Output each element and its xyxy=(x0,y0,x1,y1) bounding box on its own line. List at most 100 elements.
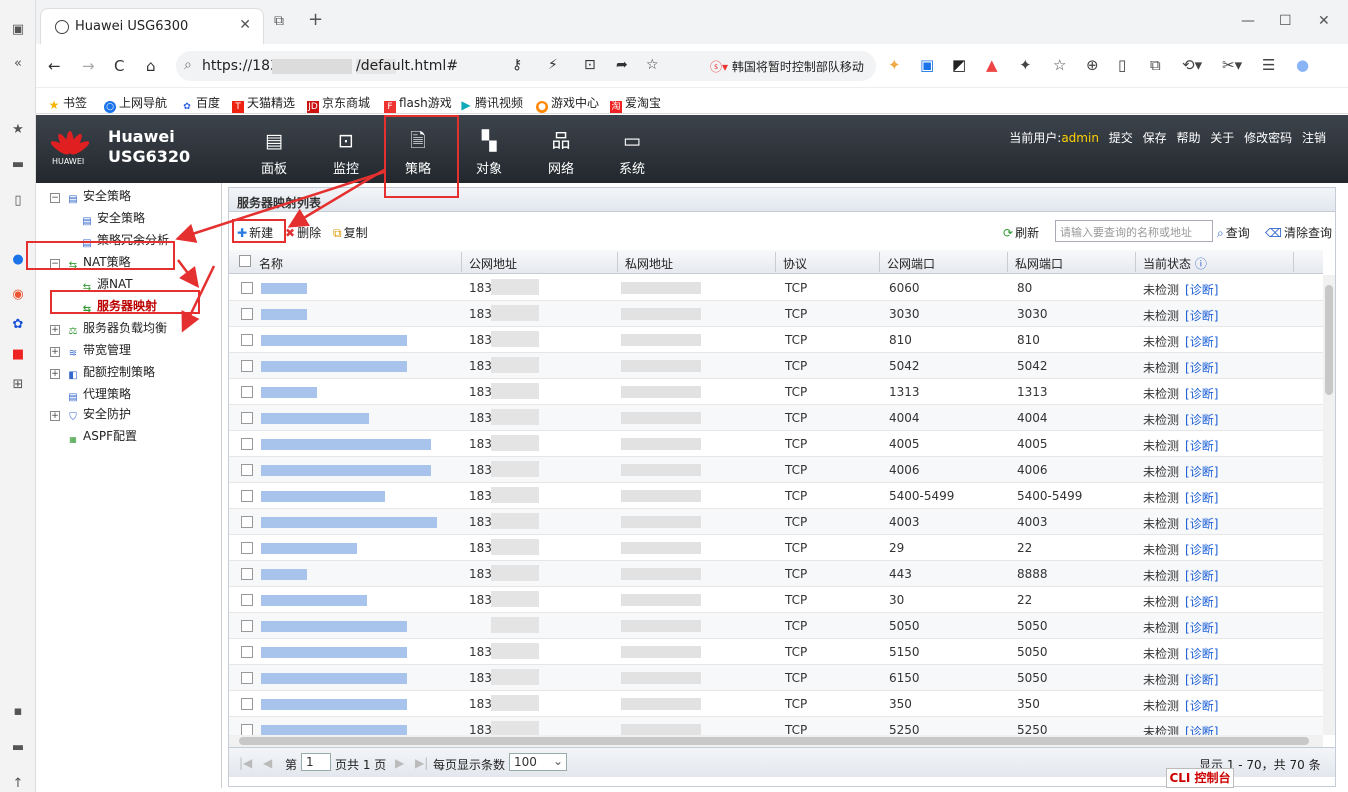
table-row[interactable]: 183 TCP 6060 80 未检测 [诊断] xyxy=(229,275,1323,301)
bookmark-item[interactable]: ★ 书签 xyxy=(48,94,87,111)
copy-icon[interactable]: ⧉ xyxy=(1150,56,1161,74)
tree-bandwidth[interactable]: + ≋ 带宽管理 xyxy=(50,341,131,360)
row-checkbox[interactable] xyxy=(241,282,253,294)
home-icon[interactable]: ⌂ xyxy=(146,57,156,75)
horizontal-scrollbar[interactable] xyxy=(229,735,1323,747)
copy-button[interactable]: ⧉ 复制 xyxy=(333,224,368,241)
url-field[interactable]: ⌕ https://183 /default.html# ⚷ ⚡ ⊡ ➦ ☆ ⓢ… xyxy=(176,51,876,81)
table-row[interactable]: 183 TCP 30 22 未检测 [诊断] xyxy=(229,587,1323,613)
app-icon[interactable]: ◉ xyxy=(10,287,26,303)
sidebar-toggle-icon[interactable]: ▣ xyxy=(10,22,26,38)
submit-link[interactable]: 提交 xyxy=(1109,131,1133,145)
maximize-icon[interactable]: ☐ xyxy=(1279,13,1292,29)
nav-policy[interactable]: 🗎 策略 xyxy=(393,131,443,177)
diagnose-link[interactable]: [诊断] xyxy=(1185,673,1218,687)
row-checkbox[interactable] xyxy=(241,438,253,450)
cli-console-button[interactable]: CLI 控制台 xyxy=(1166,768,1234,788)
nav-monitor[interactable]: ⊡ 监控 xyxy=(321,131,371,177)
row-name-redacted[interactable] xyxy=(261,543,357,554)
tree-proxy-policy[interactable]: ▤ 代理策略 xyxy=(66,385,131,404)
diagnose-link[interactable]: [诊断] xyxy=(1185,699,1218,713)
diagnose-link[interactable]: [诊断] xyxy=(1185,361,1218,375)
new-button[interactable]: ✚ 新建 xyxy=(237,224,273,241)
bookmark-item[interactable]: ● 游戏中心 xyxy=(536,94,599,113)
tree-quota[interactable]: + ◧ 配额控制策略 xyxy=(50,363,155,382)
diagnose-link[interactable]: [诊断] xyxy=(1185,335,1218,349)
row-name-redacted[interactable] xyxy=(261,699,407,710)
row-name-redacted[interactable] xyxy=(261,647,407,658)
table-row[interactable]: 183 TCP 443 8888 未检测 [诊断] xyxy=(229,561,1323,587)
minimize-icon[interactable]: — xyxy=(1241,13,1255,29)
row-name-redacted[interactable] xyxy=(261,621,407,632)
extension-icon[interactable]: ◩ xyxy=(952,56,966,74)
refresh-button[interactable]: ⟳ 刷新 xyxy=(1003,224,1039,241)
flash-icon[interactable]: ⚡ xyxy=(548,57,558,73)
row-name-redacted[interactable] xyxy=(261,673,407,684)
table-row[interactable]: 183 TCP 4004 4004 未检测 [诊断] xyxy=(229,405,1323,431)
clear-query-button[interactable]: ⌫ 清除查询 xyxy=(1265,224,1332,241)
pdf-icon[interactable]: ▲ xyxy=(986,56,998,74)
pin-icon[interactable]: ↑ xyxy=(10,776,26,792)
table-row[interactable]: 183 TCP 5400-5499 5400-5499 未检测 [诊断] xyxy=(229,483,1323,509)
delete-button[interactable]: ✖ 删除 xyxy=(285,224,321,241)
profile-icon[interactable]: ● xyxy=(1296,56,1309,74)
col-private-ip[interactable]: 私网地址 xyxy=(625,255,673,272)
diagnose-link[interactable]: [诊断] xyxy=(1185,439,1218,453)
nav-dashboard[interactable]: ▤ 面板 xyxy=(249,131,299,177)
history-icon[interactable]: ⟲▾ xyxy=(1182,56,1202,74)
row-checkbox[interactable] xyxy=(241,542,253,554)
diagnose-link[interactable]: [诊断] xyxy=(1185,595,1218,609)
prev-page-icon[interactable]: ◀ xyxy=(263,756,272,770)
row-checkbox[interactable] xyxy=(241,334,253,346)
key-icon[interactable]: ⚷ xyxy=(512,57,522,73)
bookmark-star-icon[interactable]: ☆ xyxy=(1053,56,1066,74)
row-name-redacted[interactable] xyxy=(261,335,407,346)
nav-network[interactable]: 品网络 xyxy=(536,131,586,177)
baidu-icon[interactable]: ✿ xyxy=(10,317,26,333)
tab-options-icon[interactable]: ⧉ xyxy=(274,13,284,29)
diagnose-link[interactable]: [诊断] xyxy=(1185,491,1218,505)
diagnose-link[interactable]: [诊断] xyxy=(1185,283,1218,297)
bookmark-item[interactable]: ✿ 百度 xyxy=(181,94,220,113)
table-row[interactable]: 183 TCP 350 350 未检测 [诊断] xyxy=(229,691,1323,717)
row-checkbox[interactable] xyxy=(241,724,253,735)
save-link[interactable]: 保存 xyxy=(1143,131,1167,145)
row-name-redacted[interactable] xyxy=(261,491,385,502)
add-app-icon[interactable]: ⊞ xyxy=(10,377,26,393)
help-link[interactable]: 帮助 xyxy=(1176,131,1200,145)
table-row[interactable]: TCP 5050 5050 未检测 [诊断] xyxy=(229,613,1323,639)
tree-security-policy-group[interactable]: − ▤ 安全策略 xyxy=(50,187,131,206)
row-checkbox[interactable] xyxy=(241,646,253,658)
tree-source-nat[interactable]: ⇆ 源NAT xyxy=(80,275,133,294)
page-input[interactable]: 1 xyxy=(301,753,331,771)
search-app-icon[interactable]: ● xyxy=(10,252,26,268)
row-checkbox[interactable] xyxy=(241,672,253,684)
table-row[interactable]: 183 TCP 1313 1313 未检测 [诊断] xyxy=(229,379,1323,405)
bookmark-item[interactable]: JD 京东商城 xyxy=(307,94,370,113)
row-name-redacted[interactable] xyxy=(261,361,407,372)
diagnose-link[interactable]: [诊断] xyxy=(1185,569,1218,583)
table-row[interactable]: 183 TCP 810 810 未检测 [诊断] xyxy=(229,327,1323,353)
per-page-select[interactable]: 100 ⌄ xyxy=(509,753,567,771)
diagnose-link[interactable]: [诊断] xyxy=(1185,725,1218,735)
tree-redundancy-analysis[interactable]: ▤ 策略冗余分析 xyxy=(80,231,169,250)
row-checkbox[interactable] xyxy=(241,308,253,320)
row-checkbox[interactable] xyxy=(241,698,253,710)
search-input[interactable]: 请输入要查询的名称或地址 xyxy=(1055,220,1213,242)
row-name-redacted[interactable] xyxy=(261,595,367,606)
table-row[interactable]: 183 TCP 29 22 未检测 [诊断] xyxy=(229,535,1323,561)
row-checkbox[interactable] xyxy=(241,568,253,580)
reader-icon[interactable]: ▯ xyxy=(1118,56,1126,74)
download-arrow-icon[interactable]: ⊕ xyxy=(1086,56,1099,74)
select-all-checkbox[interactable] xyxy=(239,255,251,267)
star-icon[interactable]: ☆ xyxy=(646,57,659,73)
video-app-icon[interactable]: ■ xyxy=(10,347,26,363)
diagnose-link[interactable]: [诊断] xyxy=(1185,647,1218,661)
row-name-redacted[interactable] xyxy=(261,413,369,424)
diagnose-link[interactable]: [诊断] xyxy=(1185,465,1218,479)
logout-link[interactable]: 注销 xyxy=(1302,131,1326,145)
translate-icon[interactable]: ▣ xyxy=(920,56,934,74)
row-checkbox[interactable] xyxy=(241,490,253,502)
collapse-icon[interactable]: « xyxy=(10,56,26,72)
toolbox-icon[interactable]: ▬ xyxy=(10,740,26,756)
